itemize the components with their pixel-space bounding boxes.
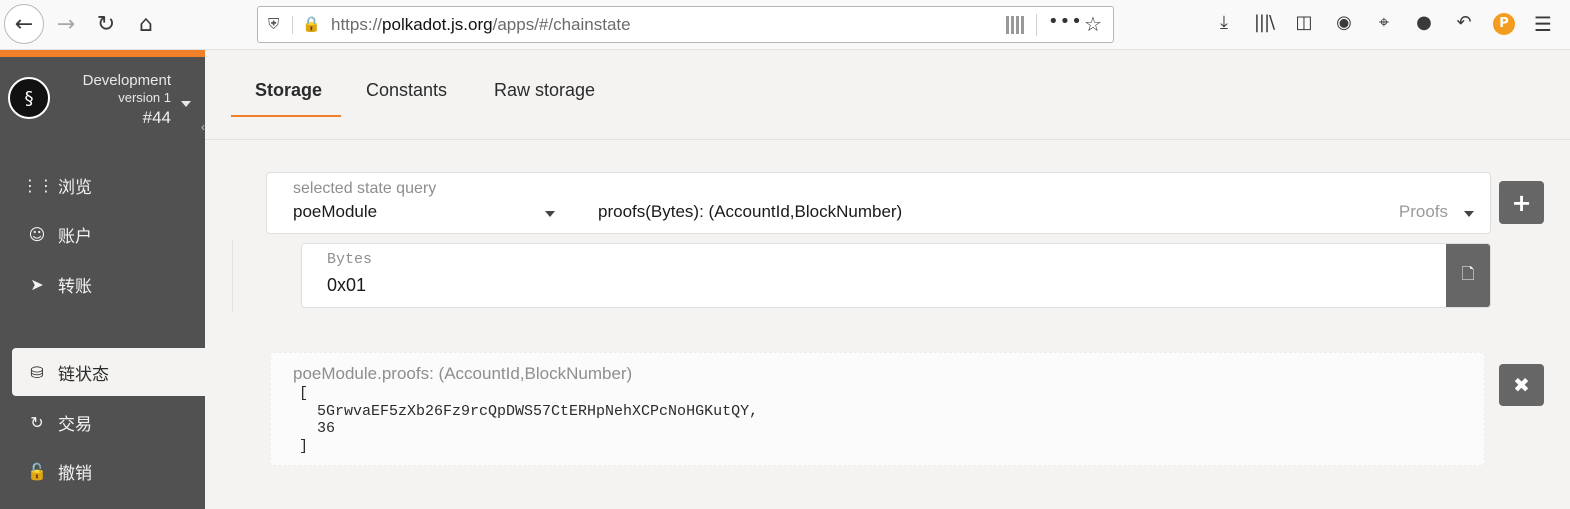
file-upload-button[interactable]: 🗋 [1446,244,1490,307]
sidebar-item-transfer[interactable]: ➤ 转账 [12,260,205,308]
browser-toolbar: ← → ↻ ⌂ ⛨ 🔒 https://polkadot.js.org/apps… [0,0,1570,50]
sidebar-item-accounts[interactable]: ☺ 账户 [12,210,205,258]
sync-icon: ↻ [30,412,44,432]
state-query-selector: selected state query poeModule proofs(By… [266,172,1491,234]
users-icon: ☺ [28,224,46,244]
sidebar: § Development version 1 #44 ⋮⋮ 浏览 ☺ 账户 ➤… [0,50,205,509]
bookmark-star-icon[interactable]: ☆ [1084,12,1102,36]
chevron-down-icon[interactable] [181,101,191,107]
divider [292,16,293,34]
lock-icon[interactable]: 🔒 [302,15,321,35]
polkadot-logo: § [8,77,50,119]
sidebar-item-label: 撤销 [58,463,92,484]
add-query-button[interactable]: + [1499,181,1544,224]
chevron-down-icon[interactable] [1464,211,1474,217]
tab-constants[interactable]: Constants [366,80,447,101]
active-tab-indicator [231,115,341,117]
unlock-icon: 🔓 [27,461,47,481]
tab-storage[interactable]: Storage [255,80,322,101]
divider [232,240,233,312]
sidebar-item-label: 浏览 [58,177,92,198]
database-icon: ⛁ [30,362,44,382]
chat-icon[interactable]: ● [1412,12,1436,36]
bytes-param-field: Bytes 0x01 🗋 [301,243,1491,308]
close-icon: ✖ [1513,373,1530,397]
account-icon[interactable]: ◉ [1332,12,1356,36]
chain-version: version 1 [118,90,171,105]
menu-icon[interactable]: ☰ [1516,12,1570,36]
url-scheme: https:// [331,15,383,34]
sidebar-item-chainstate[interactable]: ⛁ 链状态 [12,348,205,396]
undo-icon[interactable]: ↶ [1452,12,1476,36]
qr-code-icon[interactable] [1006,16,1024,34]
sidebar-icon[interactable]: ◫ [1292,12,1316,36]
send-icon: ➤ [30,274,44,294]
url-text[interactable]: https://polkadot.js.org/apps/#/chainstat… [331,15,631,35]
tab-raw-storage[interactable]: Raw storage [494,80,595,101]
result-value: [ 5GrwvaEF5zXb26Fz9rcQpDWS57CtERHpNehXCP… [299,385,759,455]
sidebar-item-sudo[interactable]: 🔓 撤销 [12,447,205,495]
remove-result-button[interactable]: ✖ [1499,364,1544,406]
chain-name[interactable]: Development [83,72,171,89]
module-dropdown[interactable]: poeModule [293,202,377,222]
bytes-input[interactable]: 0x01 [327,275,366,296]
address-bar[interactable]: ⛨ 🔒 https://polkadot.js.org/apps/#/chain… [257,6,1114,43]
home-icon[interactable]: ⌂ [126,4,166,44]
url-path: /apps/#/chainstate [492,15,631,34]
sidebar-item-label: 交易 [58,414,92,435]
file-icon: 🗋 [1461,264,1475,283]
reload-icon[interactable]: ↻ [86,4,126,44]
sidebar-item-explorer[interactable]: ⋮⋮ 浏览 [12,161,205,209]
plus-icon: + [1511,188,1532,217]
download-icon[interactable]: ⤓ [1212,12,1236,36]
grid-icon: ⋮⋮ [22,175,54,195]
crop-icon[interactable]: ⌖ [1372,12,1396,36]
library-icon[interactable]: |||\ [1252,12,1276,36]
result-label: poeModule.proofs: (AccountId,BlockNumber… [293,364,633,383]
divider [1036,14,1037,36]
shield-icon[interactable]: ⛨ [268,15,288,35]
back-arrow-icon[interactable]: ← [4,4,44,44]
url-host: polkadot.js.org [382,15,493,34]
sidebar-item-label: 账户 [58,226,92,247]
extension-icon[interactable]: P [1493,13,1515,35]
query-label: selected state query [293,180,437,197]
sidebar-item-extrinsics[interactable]: ↻ 交易 [12,398,205,446]
block-number: #44 [142,108,171,127]
return-type-label: Proofs [1398,202,1448,221]
chevron-down-icon[interactable] [545,211,555,217]
more-icon[interactable]: ••• [1048,11,1083,32]
forward-arrow-icon[interactable]: → [46,4,86,44]
tab-bar: Storage Constants Raw storage [205,50,1570,140]
query-result: poeModule.proofs: (AccountId,BlockNumber… [270,352,1485,466]
method-dropdown[interactable]: proofs(Bytes): (AccountId,BlockNumber) [598,202,902,222]
param-label: Bytes [327,251,373,268]
sidebar-item-label: 链状态 [58,364,109,385]
sidebar-item-label: 转账 [58,276,92,297]
